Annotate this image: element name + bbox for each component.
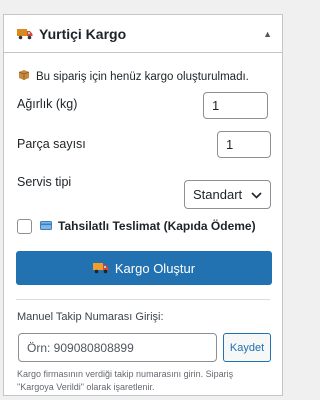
shipping-panel: Yurtiçi Kargo ▲ Bu sipariş için henüz ka… xyxy=(3,14,283,396)
cod-checkbox[interactable] xyxy=(17,218,32,234)
service-label: Servis tipi xyxy=(17,175,72,189)
pieces-label: Parça sayısı xyxy=(17,137,86,151)
chevron-down-icon xyxy=(251,187,262,202)
service-type-select[interactable]: Standart xyxy=(184,180,271,209)
tracking-number-input[interactable] xyxy=(18,333,217,362)
create-shipment-label: Kargo Oluştur xyxy=(114,260,196,276)
collapse-toggle-icon[interactable]: ▲ xyxy=(263,29,272,39)
divider xyxy=(16,299,270,300)
panel-title: Yurtiçi Kargo xyxy=(39,25,127,42)
pieces-input[interactable] xyxy=(217,131,271,158)
weight-label: Ağırlık (kg) xyxy=(17,97,78,111)
truck-icon xyxy=(92,262,109,274)
cod-label: Tahsilatlı Teslimat (Kapıda Ödeme) xyxy=(58,219,256,233)
notice-text: Bu sipariş için henüz kargo oluşturulmad… xyxy=(36,70,249,83)
package-icon xyxy=(18,69,30,84)
service-selected-value: Standart xyxy=(193,187,243,202)
create-shipment-button[interactable]: Kargo Oluştur xyxy=(16,251,272,285)
tracking-help-text: Kargo firmasının verdiği takip numarasın… xyxy=(17,369,234,392)
status-notice: Bu sipariş için henüz kargo oluşturulmad… xyxy=(18,69,249,84)
weight-input[interactable] xyxy=(203,92,268,119)
truck-icon xyxy=(17,28,33,40)
cod-option: Tahsilatlı Teslimat (Kapıda Ödeme) xyxy=(17,217,256,235)
credit-card-icon xyxy=(40,217,52,235)
panel-header[interactable]: Yurtiçi Kargo ▲ xyxy=(4,15,282,53)
manual-tracking-label: Manuel Takip Numarası Girişi: xyxy=(17,311,164,323)
save-tracking-button[interactable]: Kaydet xyxy=(223,333,271,362)
